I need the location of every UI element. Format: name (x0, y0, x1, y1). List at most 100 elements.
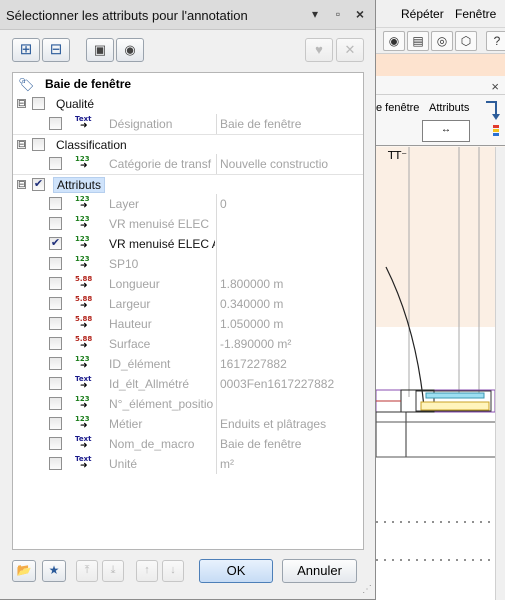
attribute-name: Unité (109, 457, 138, 471)
attribute-row[interactable]: 5.88 ➜ Longueur 1.800000 m (13, 274, 363, 294)
attribute-checkbox[interactable] (49, 337, 62, 350)
cube-icon[interactable]: ⬡ (455, 31, 477, 51)
attribute-row[interactable]: 123 ➜ Catégorie de transf Nouvelle construc… (13, 154, 363, 174)
drawing-canvas[interactable]: TT⁻ (376, 147, 505, 600)
attribute-checkbox[interactable] (49, 437, 62, 450)
eye-icon[interactable]: ◉ (383, 31, 405, 51)
column-divider (216, 274, 217, 294)
attribute-value: 0003Fen1617227882 (220, 377, 335, 391)
dialog-titlebar[interactable]: Sélectionner les attributs pour l'annota… (0, 0, 375, 30)
group-checkbox[interactable]: ✔ (32, 178, 45, 191)
attribute-row[interactable]: Text ➜ Unité m² (13, 454, 363, 474)
attribute-checkbox[interactable]: ✔ (49, 237, 62, 250)
view-icon[interactable]: ◎ (431, 31, 453, 51)
expand-all-button[interactable]: ⊞ (12, 38, 40, 62)
vertical-scrollbar[interactable] (495, 147, 505, 600)
ok-button[interactable]: OK (199, 559, 273, 583)
attribute-row[interactable]: 123 ➜ N°_élément_positio (13, 394, 363, 414)
attribute-row[interactable]: 123 ➜ Métier Enduits et plâtrages (13, 414, 363, 434)
tag-icon: 🏷 (18, 77, 35, 92)
attribute-checkbox[interactable] (49, 417, 62, 430)
open-favorite-button[interactable]: 📂 (12, 560, 36, 582)
attribute-row[interactable]: 123 ➜ SP10 (13, 254, 363, 274)
close-icon[interactable]: × (353, 6, 367, 22)
attribute-row[interactable]: 123 ➜ ID_élément 1617227882 (13, 354, 363, 374)
attribute-row[interactable]: Text ➜ Id_élt_Allmétré 0003Fen1617227882 (13, 374, 363, 394)
attribute-checkbox[interactable] (49, 277, 62, 290)
favorite-add-icon: ♥ (315, 42, 323, 57)
attribute-type-icon: 123 ➜ (75, 355, 90, 371)
group-checkbox[interactable] (32, 97, 45, 110)
column-divider (216, 414, 217, 434)
attribute-row[interactable]: ✔ 123 ➜ VR menuisé ELEC A (13, 234, 363, 254)
attribute-row[interactable]: 123 ➜ VR menuisé ELEC (13, 214, 363, 234)
attribute-name: Catégorie de transf (109, 157, 212, 171)
move-bottom-button[interactable]: ⤓ (102, 560, 124, 582)
attribute-type-icon: Text ➜ (75, 435, 92, 451)
attribute-value: Baie de fenêtre (220, 117, 302, 131)
minus-icon: ⊟ (49, 41, 63, 58)
chevron-down-icon[interactable]: ▾ (308, 6, 322, 22)
object-header-row: 🏷 Baie de fenêtre (13, 74, 363, 94)
save-favorite-button[interactable]: ★ (42, 560, 66, 582)
cancel-button[interactable]: Annuler (282, 559, 357, 583)
attribute-value: 1.050000 m (220, 317, 284, 331)
attribute-type-icon: 123 ➜ (75, 155, 90, 171)
attribute-row[interactable]: 123 ➜ Layer 0 (13, 194, 363, 214)
collapse-toggle-icon[interactable]: ⊟ (17, 140, 26, 149)
attribute-checkbox[interactable] (49, 117, 62, 130)
arrow-top-icon: ⤒ (84, 564, 90, 576)
group-row[interactable]: ⊟ Classification (13, 134, 363, 154)
attribute-arrow-box[interactable]: ↔ (422, 120, 470, 142)
attribute-checkbox[interactable] (49, 397, 62, 410)
background-menubar: Répéter Fenêtre (376, 0, 505, 28)
collapse-toggle-icon[interactable]: ⊟ (17, 99, 26, 108)
column-divider (216, 454, 217, 474)
attribute-checkbox[interactable] (49, 457, 62, 470)
attribute-checkbox[interactable] (49, 157, 62, 170)
collapse-all-button[interactable]: ⊟ (42, 38, 70, 62)
column-divider (216, 194, 217, 214)
arrow-bottom-icon: ⤓ (110, 564, 116, 576)
collapse-toggle-icon[interactable]: ⊟ (17, 180, 26, 189)
attribute-type-icon: 123 ➜ (75, 255, 90, 271)
remove-favorite-button[interactable]: ✕ (336, 38, 364, 62)
menu-fenetre[interactable]: Fenêtre (455, 7, 496, 21)
attribute-name: Largeur (109, 297, 151, 311)
attribute-checkbox[interactable] (49, 357, 62, 370)
attribute-row[interactable]: 5.88 ➜ Surface -1.890000 m² (13, 334, 363, 354)
group-checkbox[interactable] (32, 138, 45, 151)
close-icon[interactable]: × (491, 79, 499, 94)
attribute-tree[interactable]: 🏷 Baie de fenêtre ⊟ Qualité Text ➜ Désignati… (12, 72, 364, 550)
attribute-name: Id_élt_Allmétré (109, 377, 190, 391)
group-row[interactable]: ⊟ Qualité (13, 94, 363, 114)
maximize-icon[interactable]: ▫ (331, 6, 345, 22)
attribute-value: 0 (220, 197, 227, 211)
move-top-button[interactable]: ⤒ (76, 560, 98, 582)
attribute-name: SP10 (109, 257, 139, 271)
folder-icon[interactable]: ▤ (407, 31, 429, 51)
attribute-row[interactable]: Text ➜ Désignation Baie de fenêtre (13, 114, 363, 134)
attribute-checkbox[interactable] (49, 217, 62, 230)
resize-grip-icon[interactable]: ⋰ (362, 584, 372, 595)
group-row[interactable]: ⊟ ✔ Attributs (13, 174, 363, 194)
attribute-checkbox[interactable] (49, 297, 62, 310)
preview-button[interactable]: ◉ (116, 38, 144, 62)
attribute-checkbox[interactable] (49, 377, 62, 390)
attribute-checkbox[interactable] (49, 257, 62, 270)
move-up-button[interactable]: ↑ (136, 560, 158, 582)
attribute-checkbox[interactable] (49, 197, 62, 210)
select-attributes-dialog: Sélectionner les attributs pour l'annota… (0, 0, 376, 600)
column-divider (216, 394, 217, 414)
move-down-button[interactable]: ↓ (162, 560, 184, 582)
attribute-row[interactable]: 5.88 ➜ Largeur 0.340000 m (13, 294, 363, 314)
add-favorite-button[interactable]: ♥ (305, 38, 333, 62)
column-divider (216, 234, 217, 254)
attribute-row[interactable]: Text ➜ Nom_de_macro Baie de fenêtre (13, 434, 363, 454)
show-selected-button[interactable]: ▣ (86, 38, 114, 62)
attribute-row[interactable]: 5.88 ➜ Hauteur 1.050000 m (13, 314, 363, 334)
help-icon[interactable]: ? (486, 31, 505, 51)
floor-plan-drawing: TT⁻ (376, 147, 505, 600)
menu-repeter[interactable]: Répéter (401, 7, 444, 21)
attribute-checkbox[interactable] (49, 317, 62, 330)
